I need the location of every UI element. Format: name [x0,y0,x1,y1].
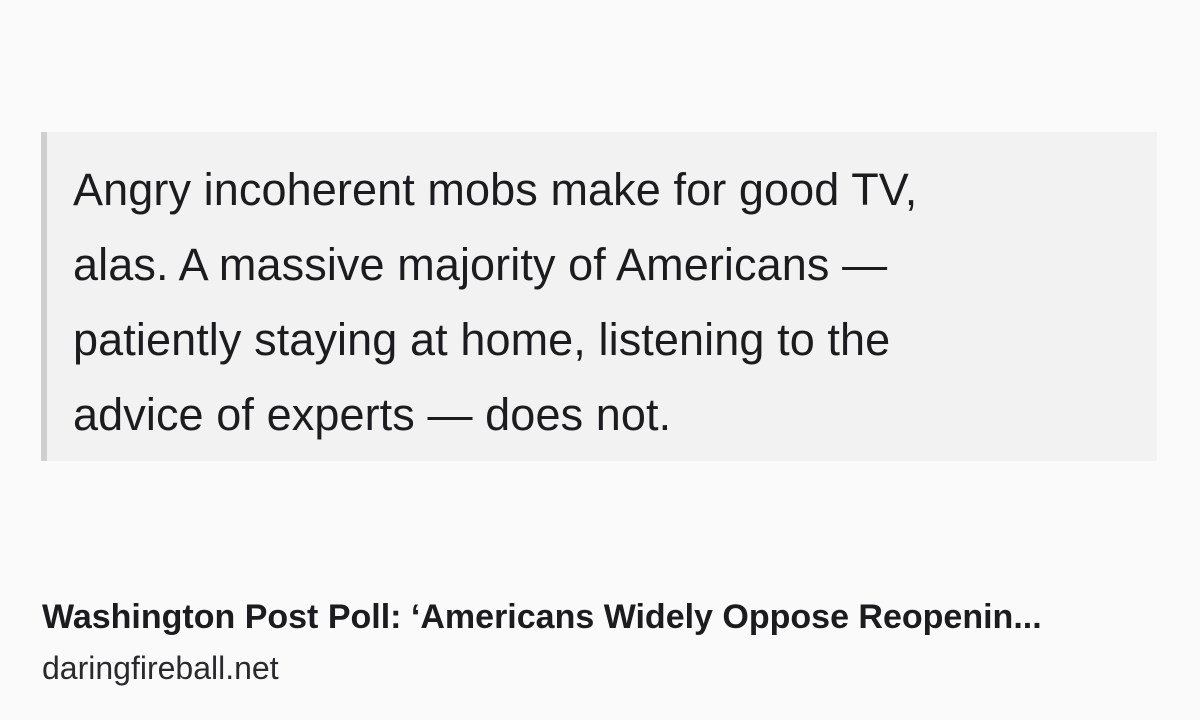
link-preview-domain[interactable]: daringfireball.net [42,647,279,689]
quote-line: advice of experts — does not. [73,389,672,440]
quote-line: patiently staying at home, listening to … [73,314,891,365]
quote-text: Angry incoherent mobs make for good TV, … [73,152,1073,452]
blockquote: Angry incoherent mobs make for good TV, … [41,132,1157,461]
quote-line: alas. A massive majority of Americans — [73,239,888,290]
quote-line: Angry incoherent mobs make for good TV, [73,164,918,215]
link-preview-title[interactable]: Washington Post Poll: ‘Americans Widely … [42,595,1162,639]
